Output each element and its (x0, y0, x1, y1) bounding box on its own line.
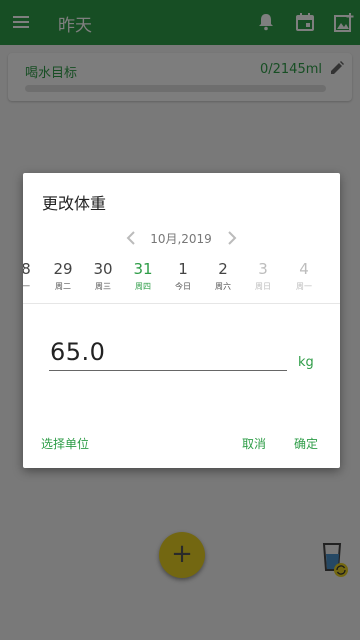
date-number: 31 (133, 260, 153, 278)
date-cell[interactable]: 31 周四 (123, 259, 163, 294)
date-cell[interactable]: 29 周二 (43, 259, 83, 294)
date-weekday: 周六 (215, 282, 231, 291)
date-weekday: 今日 (175, 282, 191, 291)
unit-label: kg (298, 355, 314, 370)
date-weekday: 周四 (135, 282, 151, 291)
select-unit-button[interactable]: 选择单位 (41, 435, 89, 452)
change-weight-dialog: 更改体重 10月,2019 8 一 29 周二 30 周三 31 周四 1 今日 2 周六 3 周日 4 周一… (23, 173, 340, 468)
date-cell[interactable]: 4 周一 (284, 259, 324, 294)
weight-input-underline (49, 370, 287, 371)
month-selector: 10月,2019 (23, 228, 340, 250)
date-weekday: 周一 (296, 282, 312, 291)
date-number: 3 (258, 260, 268, 278)
date-number: 4 (299, 260, 309, 278)
month-label: 10月,2019 (150, 232, 212, 246)
date-cell[interactable]: 1 今日 (163, 259, 203, 294)
date-number: 1 (178, 260, 188, 278)
chevron-right-icon[interactable] (225, 230, 239, 246)
date-weekday: 周三 (95, 282, 111, 291)
date-number: 30 (93, 260, 113, 278)
date-weekday: 周二 (55, 282, 71, 291)
date-number: 29 (53, 260, 73, 278)
confirm-button[interactable]: 确定 (294, 435, 318, 452)
date-cell[interactable]: 30 周三 (83, 259, 123, 294)
chevron-left-icon[interactable] (124, 230, 138, 246)
date-cell[interactable]: 2 周六 (203, 259, 243, 294)
date-number: 2 (218, 260, 228, 278)
weight-input[interactable]: 65.0 (50, 338, 105, 366)
date-cell[interactable]: 3 周日 (243, 259, 283, 294)
divider (23, 303, 340, 304)
cancel-button[interactable]: 取消 (242, 435, 266, 452)
dialog-title: 更改体重 (42, 194, 107, 213)
date-weekday: 周日 (255, 282, 271, 291)
date-strip: 8 一 29 周二 30 周三 31 周四 1 今日 2 周六 3 周日 4 周一 (23, 259, 340, 303)
